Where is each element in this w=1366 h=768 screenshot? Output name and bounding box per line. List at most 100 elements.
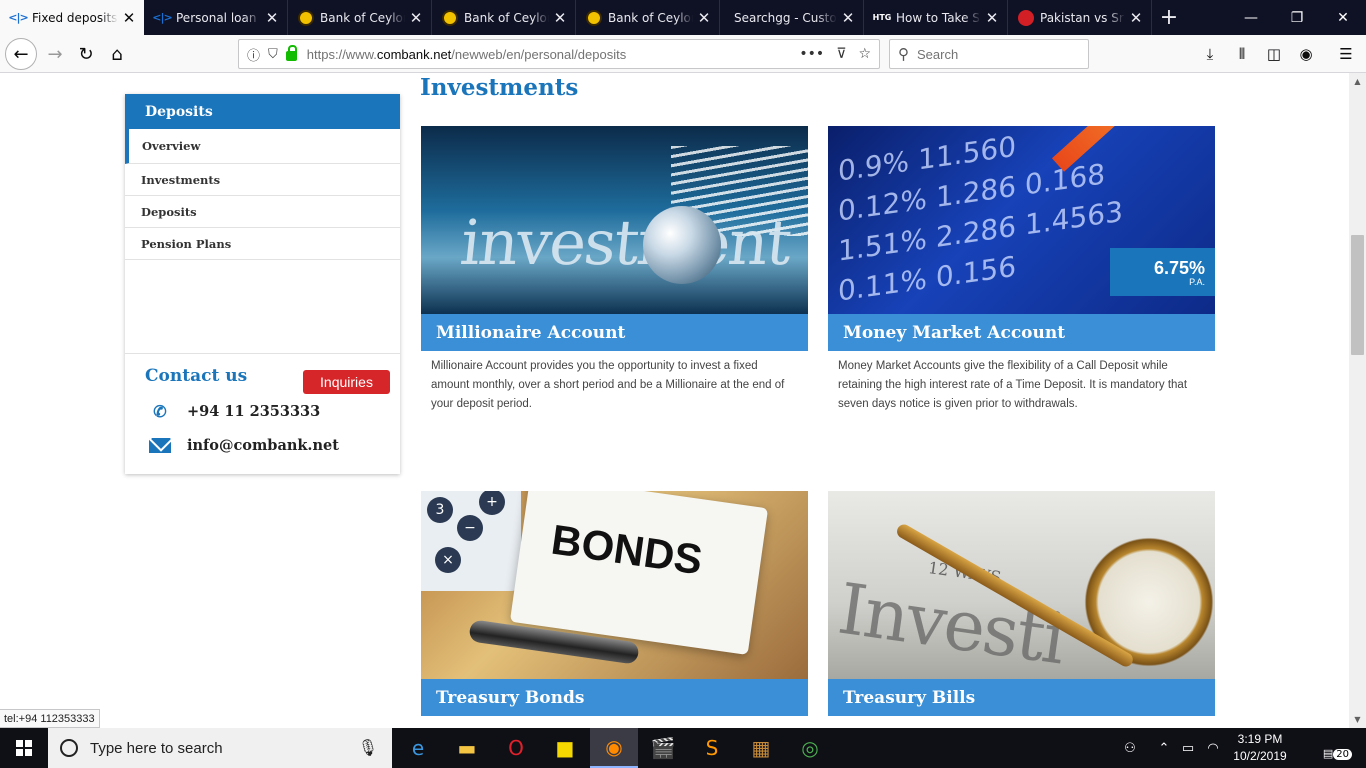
sidebar-item-pension-plans[interactable]: Pension Plans: [125, 228, 400, 260]
tab-title: Fixed deposits |: [32, 10, 118, 25]
video-editor-icon[interactable]: 🎬: [639, 728, 687, 768]
interest-rate-badge: 6.75% P.A.: [1110, 248, 1215, 296]
bonds-image[interactable]: 3 + − × BONDS: [421, 491, 808, 679]
page-actions-icon[interactable]: •••: [799, 46, 824, 62]
bookmark-star-icon[interactable]: ☆: [858, 46, 871, 62]
restore-icon[interactable]: ❐: [1274, 0, 1320, 35]
card-millionaire-account[interactable]: investment Millionaire Account Millionai…: [421, 126, 808, 414]
chrome-icon[interactable]: ◎: [786, 728, 834, 768]
tab-title: Bank of Ceylon: [608, 10, 693, 25]
tab-personal-loan[interactable]: <|> Personal loan | ✕: [144, 0, 288, 35]
tab-bank-of-ceylon-3[interactable]: Bank of Ceylon ✕: [576, 0, 720, 35]
taskbar: Type here to search 🎙 e ▬ O ■ ◉ 🎬 S ▦ ◎ …: [0, 728, 1366, 768]
close-icon[interactable]: ✕: [981, 9, 1003, 27]
tracking-shield-icon[interactable]: ⛉: [268, 47, 278, 62]
boc-icon: [442, 9, 458, 26]
firefox-icon[interactable]: ◉: [590, 728, 638, 768]
card-treasury-bills[interactable]: 12 WAYS Investi Treasury Bills: [828, 491, 1215, 716]
home-button[interactable]: ⌂: [102, 39, 132, 69]
invest-word-graphic: Investi: [833, 567, 1069, 679]
wifi-icon[interactable]: ◠: [1202, 728, 1224, 768]
card-title[interactable]: Treasury Bonds: [421, 679, 808, 716]
globe-icon: [643, 206, 721, 284]
system-clock[interactable]: 3:19 PM 10/2/2019: [1228, 731, 1292, 765]
notification-center-button[interactable]: ▤ 20: [1318, 736, 1352, 760]
navigation-bar: ← → ↻ ⌂ ⓘ ⛉ https://www.combank.net/neww…: [0, 35, 1366, 73]
lock-icon[interactable]: [285, 45, 297, 61]
menu-icon[interactable]: ☰: [1332, 39, 1360, 69]
window-close-icon[interactable]: ✕: [1320, 0, 1366, 35]
close-icon[interactable]: ✕: [549, 9, 571, 27]
url-prefix: https://www.: [306, 46, 377, 62]
close-icon[interactable]: ✕: [1125, 9, 1147, 27]
card-money-market-account[interactable]: 0.9% 11.560 0.12% 1.286 0.168 1.51% 2.286 …: [828, 126, 1215, 414]
notification-icon: ▤: [1322, 747, 1334, 760]
sidebar: Deposits Overview Investments Deposits P…: [125, 94, 400, 474]
bills-image[interactable]: 12 WAYS Investi: [828, 491, 1215, 679]
combank-icon: <|>: [8, 11, 28, 24]
scrollbar-thumb[interactable]: [1351, 235, 1364, 355]
close-icon[interactable]: ✕: [118, 9, 140, 27]
people-icon[interactable]: ⚇: [1118, 728, 1142, 768]
reload-button[interactable]: ↻: [71, 39, 101, 69]
tab-bank-of-ceylon-2[interactable]: Bank of Ceylon ✕: [432, 0, 576, 35]
opera-icon[interactable]: O: [492, 728, 540, 768]
card-title[interactable]: Millionaire Account: [421, 314, 808, 351]
back-button[interactable]: ←: [5, 38, 37, 70]
show-hidden-icons[interactable]: ⌃: [1154, 728, 1174, 768]
start-button[interactable]: [0, 728, 48, 768]
new-tab-button[interactable]: +: [1152, 0, 1186, 35]
minimize-icon[interactable]: —: [1228, 0, 1274, 35]
forward-button[interactable]: →: [40, 39, 70, 69]
sidebar-toggle-icon[interactable]: ◫: [1260, 39, 1288, 69]
url-text[interactable]: https://www.combank.net/newweb/en/person…: [307, 47, 800, 62]
sublime-text-icon[interactable]: S: [688, 728, 736, 768]
investment-image[interactable]: investment: [421, 126, 808, 314]
tab-title: How to Take Sc: [896, 10, 981, 25]
battery-icon[interactable]: ▭: [1178, 728, 1198, 768]
url-path: /newweb/en/personal/deposits: [451, 46, 627, 62]
tab-bank-of-ceylon-1[interactable]: Bank of Ceylon ✕: [288, 0, 432, 35]
sticky-notes-icon[interactable]: ■: [541, 728, 589, 768]
card-title[interactable]: Money Market Account: [828, 314, 1215, 351]
sidebar-item-overview[interactable]: Overview: [125, 129, 400, 164]
library-icon[interactable]: ⫴: [1228, 39, 1256, 69]
page-content: Investments Deposits Overview Investment…: [0, 73, 1349, 728]
card-treasury-bonds[interactable]: 3 + − × BONDS Treasury Bonds: [421, 491, 808, 716]
card-description: Money Market Accounts give the flexibili…: [838, 360, 1188, 410]
tab-how-to-take[interactable]: HTG How to Take Sc ✕: [864, 0, 1008, 35]
scroll-down-icon[interactable]: ▼: [1349, 711, 1366, 728]
market-image[interactable]: 0.9% 11.560 0.12% 1.286 0.168 1.51% 2.286 …: [828, 126, 1215, 314]
tab-fixed-deposits[interactable]: <|> Fixed deposits | ✕: [0, 0, 144, 35]
edge-icon[interactable]: e: [394, 728, 442, 768]
file-explorer-icon[interactable]: ▬: [443, 728, 491, 768]
tab-pakistan-vs-sri-lanka[interactable]: Pakistan vs Sri L ✕: [1008, 0, 1152, 35]
taskbar-search[interactable]: Type here to search 🎙: [48, 728, 392, 768]
tab-title: Personal loan |: [176, 10, 261, 25]
info-icon[interactable]: ⓘ: [247, 45, 260, 64]
account-icon[interactable]: ◉: [1292, 39, 1320, 69]
close-icon[interactable]: ✕: [261, 9, 283, 27]
email-address[interactable]: info@combank.net: [187, 437, 339, 454]
download-icon[interactable]: ⤓: [1196, 39, 1224, 69]
microphone-icon[interactable]: 🎙: [358, 738, 378, 758]
close-icon[interactable]: ✕: [837, 9, 859, 27]
address-bar[interactable]: ⓘ ⛉ https://www.combank.net/newweb/en/pe…: [238, 39, 880, 69]
sidebar-item-deposits[interactable]: Deposits: [125, 196, 400, 228]
contact-phone[interactable]: ✆ +94 11 2353333: [149, 402, 320, 421]
phone-number[interactable]: +94 11 2353333: [187, 403, 320, 420]
tab-searchgg[interactable]: Searchgg - Custom ✕: [720, 0, 864, 35]
contact-email[interactable]: info@combank.net: [149, 437, 339, 454]
archive-app-icon[interactable]: ▦: [737, 728, 785, 768]
search-input[interactable]: ⚲ Search: [889, 39, 1089, 69]
card-title[interactable]: Treasury Bills: [828, 679, 1215, 716]
interest-rate-value: 6.75%: [1153, 258, 1205, 278]
sidebar-item-investments[interactable]: Investments: [125, 164, 400, 196]
close-icon[interactable]: ✕: [405, 9, 427, 27]
scroll-up-icon[interactable]: ▲: [1349, 73, 1366, 90]
pocket-icon[interactable]: ⊽: [836, 46, 846, 62]
page-scrollbar[interactable]: ▲ ▼: [1349, 73, 1366, 728]
windows-icon: [16, 740, 32, 756]
inquiries-button[interactable]: Inquiries: [303, 370, 390, 394]
close-icon[interactable]: ✕: [693, 9, 715, 27]
